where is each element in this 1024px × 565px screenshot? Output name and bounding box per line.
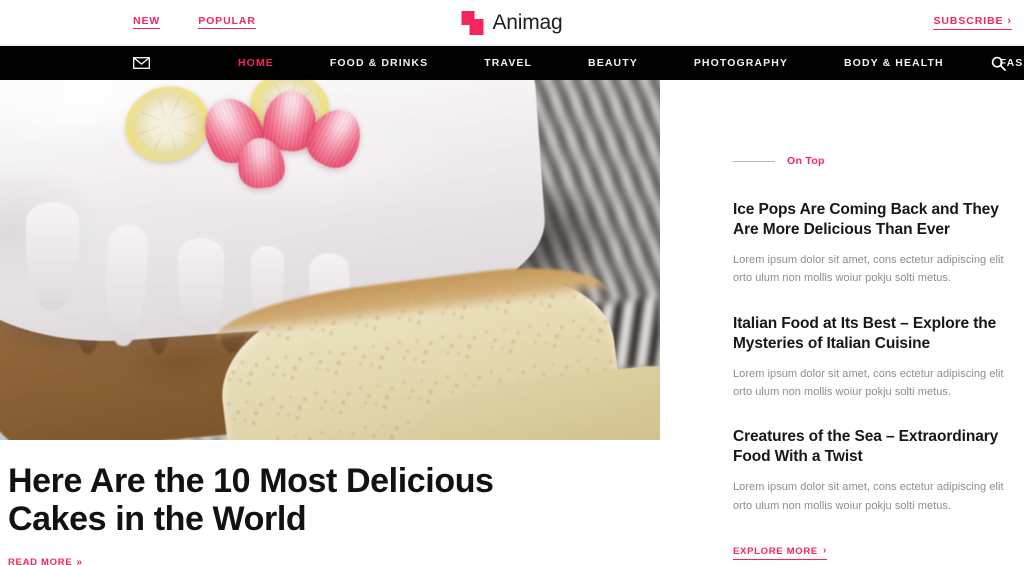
- site-logo[interactable]: Animag: [461, 10, 563, 35]
- sidebar-article: Creatures of the Sea – Extraordinary Foo…: [733, 427, 1012, 515]
- search-icon[interactable]: [991, 56, 1006, 71]
- nav-item-home[interactable]: HOME: [210, 46, 302, 80]
- featured-story: Here Are the 10 Most Delicious Cakes in …: [0, 80, 660, 565]
- main-navigation: HOME FOOD & DRINKS TRAVEL BEAUTY PHOTOGR…: [0, 46, 1024, 80]
- sidebar-article: Italian Food at Its Best – Explore the M…: [733, 314, 1012, 402]
- sidebar-article: Ice Pops Are Coming Back and They Are Mo…: [733, 200, 1012, 288]
- logo-mark-icon: [461, 10, 484, 35]
- top-bar-actions: SUBSCRIBE ›: [933, 14, 1012, 30]
- read-more-label: READ MORE: [8, 557, 73, 565]
- chevron-right-icon: ›: [1007, 14, 1012, 27]
- nav-item-body-and-health[interactable]: BODY & HEALTH: [816, 46, 972, 80]
- top-bar-links: NEW POPULAR: [133, 16, 256, 30]
- sidebar-article-excerpt: Lorem ipsum dolor sit amet, cons ectetur…: [733, 367, 1004, 398]
- nav-item-beauty[interactable]: BEAUTY: [560, 46, 666, 80]
- sidebar-section-header: On Top: [733, 155, 1012, 167]
- section-label: On Top: [787, 155, 825, 167]
- sidebar-article-excerpt: Lorem ipsum dolor sit amet, cons ectetur…: [733, 481, 1004, 512]
- double-chevron-right-icon: »: [76, 557, 83, 565]
- subscribe-label: SUBSCRIBE: [933, 14, 1004, 27]
- explore-more-link[interactable]: EXPLORE MORE ›: [733, 545, 827, 561]
- nav-item-list: HOME FOOD & DRINKS TRAVEL BEAUTY PHOTOGR…: [210, 46, 1024, 80]
- nav-item-photography[interactable]: PHOTOGRAPHY: [666, 46, 816, 80]
- top-bar: NEW POPULAR Animag SUBSCRIBE ›: [0, 0, 1024, 46]
- featured-image[interactable]: [0, 80, 660, 440]
- top-link-popular[interactable]: POPULAR: [198, 16, 256, 30]
- envelope-icon[interactable]: [133, 57, 150, 69]
- sidebar-article-title[interactable]: Ice Pops Are Coming Back and They Are Mo…: [733, 200, 1012, 240]
- featured-headline[interactable]: Here Are the 10 Most Delicious Cakes in …: [8, 462, 598, 538]
- sidebar-article-title[interactable]: Creatures of the Sea – Extraordinary Foo…: [733, 427, 1012, 467]
- explore-more-label: EXPLORE MORE: [733, 545, 818, 557]
- read-more-link[interactable]: READ MORE »: [8, 558, 83, 565]
- sidebar: On Top Ice Pops Are Coming Back and They…: [660, 80, 1024, 565]
- sidebar-article-excerpt: Lorem ipsum dolor sit amet, cons ectetur…: [733, 254, 1004, 285]
- featured-text: Here Are the 10 Most Delicious Cakes in …: [0, 440, 660, 565]
- nav-item-food-and-drinks[interactable]: FOOD & DRINKS: [302, 46, 456, 80]
- top-link-new[interactable]: NEW: [133, 16, 161, 30]
- page-content: Here Are the 10 Most Delicious Cakes in …: [0, 80, 1024, 565]
- sidebar-article-title[interactable]: Italian Food at Its Best – Explore the M…: [733, 314, 1012, 354]
- subscribe-link[interactable]: SUBSCRIBE ›: [933, 14, 1012, 30]
- site-title: Animag: [492, 11, 563, 34]
- nav-item-travel[interactable]: TRAVEL: [456, 46, 560, 80]
- chevron-right-icon: ›: [822, 545, 827, 557]
- section-rule-divider: [733, 160, 775, 162]
